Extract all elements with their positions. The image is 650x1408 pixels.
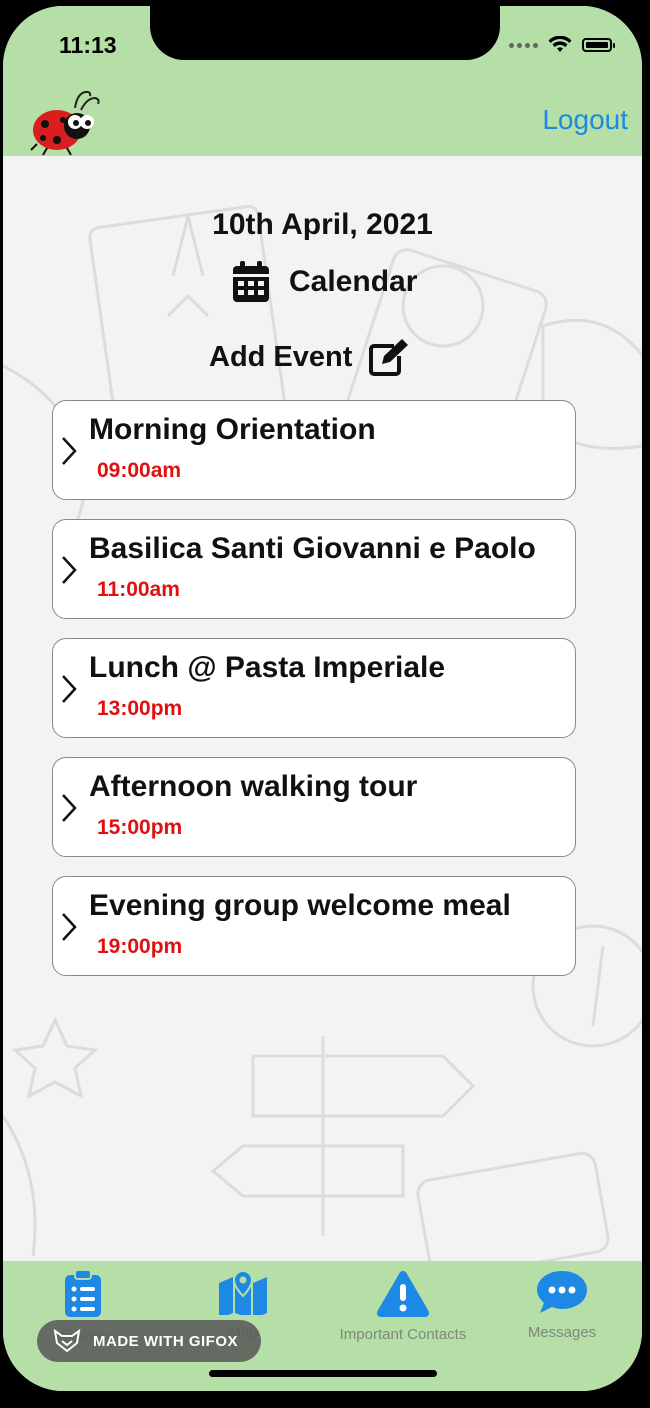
chat-bubble-icon (537, 1271, 587, 1313)
calendar-icon (233, 261, 269, 302)
add-event-label: Add Event (209, 340, 353, 373)
date-heading: 10th April, 2021 (212, 208, 433, 241)
event-card[interactable]: Evening group welcome meal 19:00pm (52, 876, 576, 976)
chevron-right-icon (62, 675, 77, 703)
event-title: Evening group welcome meal (89, 889, 511, 922)
chevron-right-icon (62, 556, 77, 584)
event-time: 13:00pm (97, 697, 183, 720)
event-title: Morning Orientation (89, 413, 376, 446)
ladybug-logo (30, 90, 100, 156)
status-icons (509, 36, 615, 54)
event-title: Afternoon walking tour (89, 770, 418, 803)
chevron-right-icon (62, 913, 77, 941)
event-card[interactable]: Morning Orientation 09:00am (52, 400, 576, 500)
main-content: 10th April, 2021 Calendar Add Event Morn… (3, 156, 642, 1261)
event-card[interactable]: Lunch @ Pasta Imperiale 13:00pm (52, 638, 576, 738)
map-marker-icon (219, 1269, 267, 1319)
top-bar: 11:13 Logout (3, 6, 642, 156)
gifox-watermark-badge: MADE WITH GIFOX (37, 1320, 261, 1362)
event-time: 15:00pm (97, 816, 183, 839)
event-time: 09:00am (97, 459, 182, 482)
wifi-icon (548, 36, 572, 52)
fox-icon (53, 1329, 81, 1353)
event-card[interactable]: Basilica Santi Giovanni e Paolo 11:00am (52, 519, 576, 619)
event-card[interactable]: Afternoon walking tour 15:00pm (52, 757, 576, 857)
event-title: Lunch @ Pasta Imperiale (89, 651, 446, 684)
notch (150, 6, 500, 60)
battery-icon (582, 38, 615, 52)
tab-messages[interactable]: Messages (482, 1269, 642, 1341)
event-time: 11:00am (97, 578, 180, 601)
watermark-text: MADE WITH GIFOX (93, 1332, 238, 1350)
clipboard-list-icon (65, 1269, 101, 1317)
logout-button[interactable]: Logout (542, 104, 628, 136)
chevron-right-icon (62, 794, 77, 822)
calendar-button[interactable]: Calendar (231, 260, 417, 304)
tab-important-contacts[interactable]: Important Contacts (323, 1269, 483, 1343)
event-time: 19:00pm (97, 935, 183, 958)
warning-icon (376, 1270, 430, 1318)
tab-label: Important Contacts (339, 1326, 467, 1343)
chevron-right-icon (62, 437, 77, 465)
calendar-label: Calendar (289, 265, 418, 298)
edit-icon (369, 339, 409, 376)
tab-label: Messages (527, 1324, 597, 1341)
phone-screen: 11:13 Logout 10th April, 2021 Calendar A… (3, 6, 642, 1391)
add-event-button[interactable]: Add Event (209, 338, 409, 376)
event-title: Basilica Santi Giovanni e Paolo (89, 532, 536, 565)
signal-icon (509, 42, 538, 48)
event-list: Morning Orientation 09:00am Basilica San… (52, 400, 576, 995)
home-indicator[interactable] (209, 1370, 437, 1377)
status-time: 11:13 (59, 32, 117, 58)
